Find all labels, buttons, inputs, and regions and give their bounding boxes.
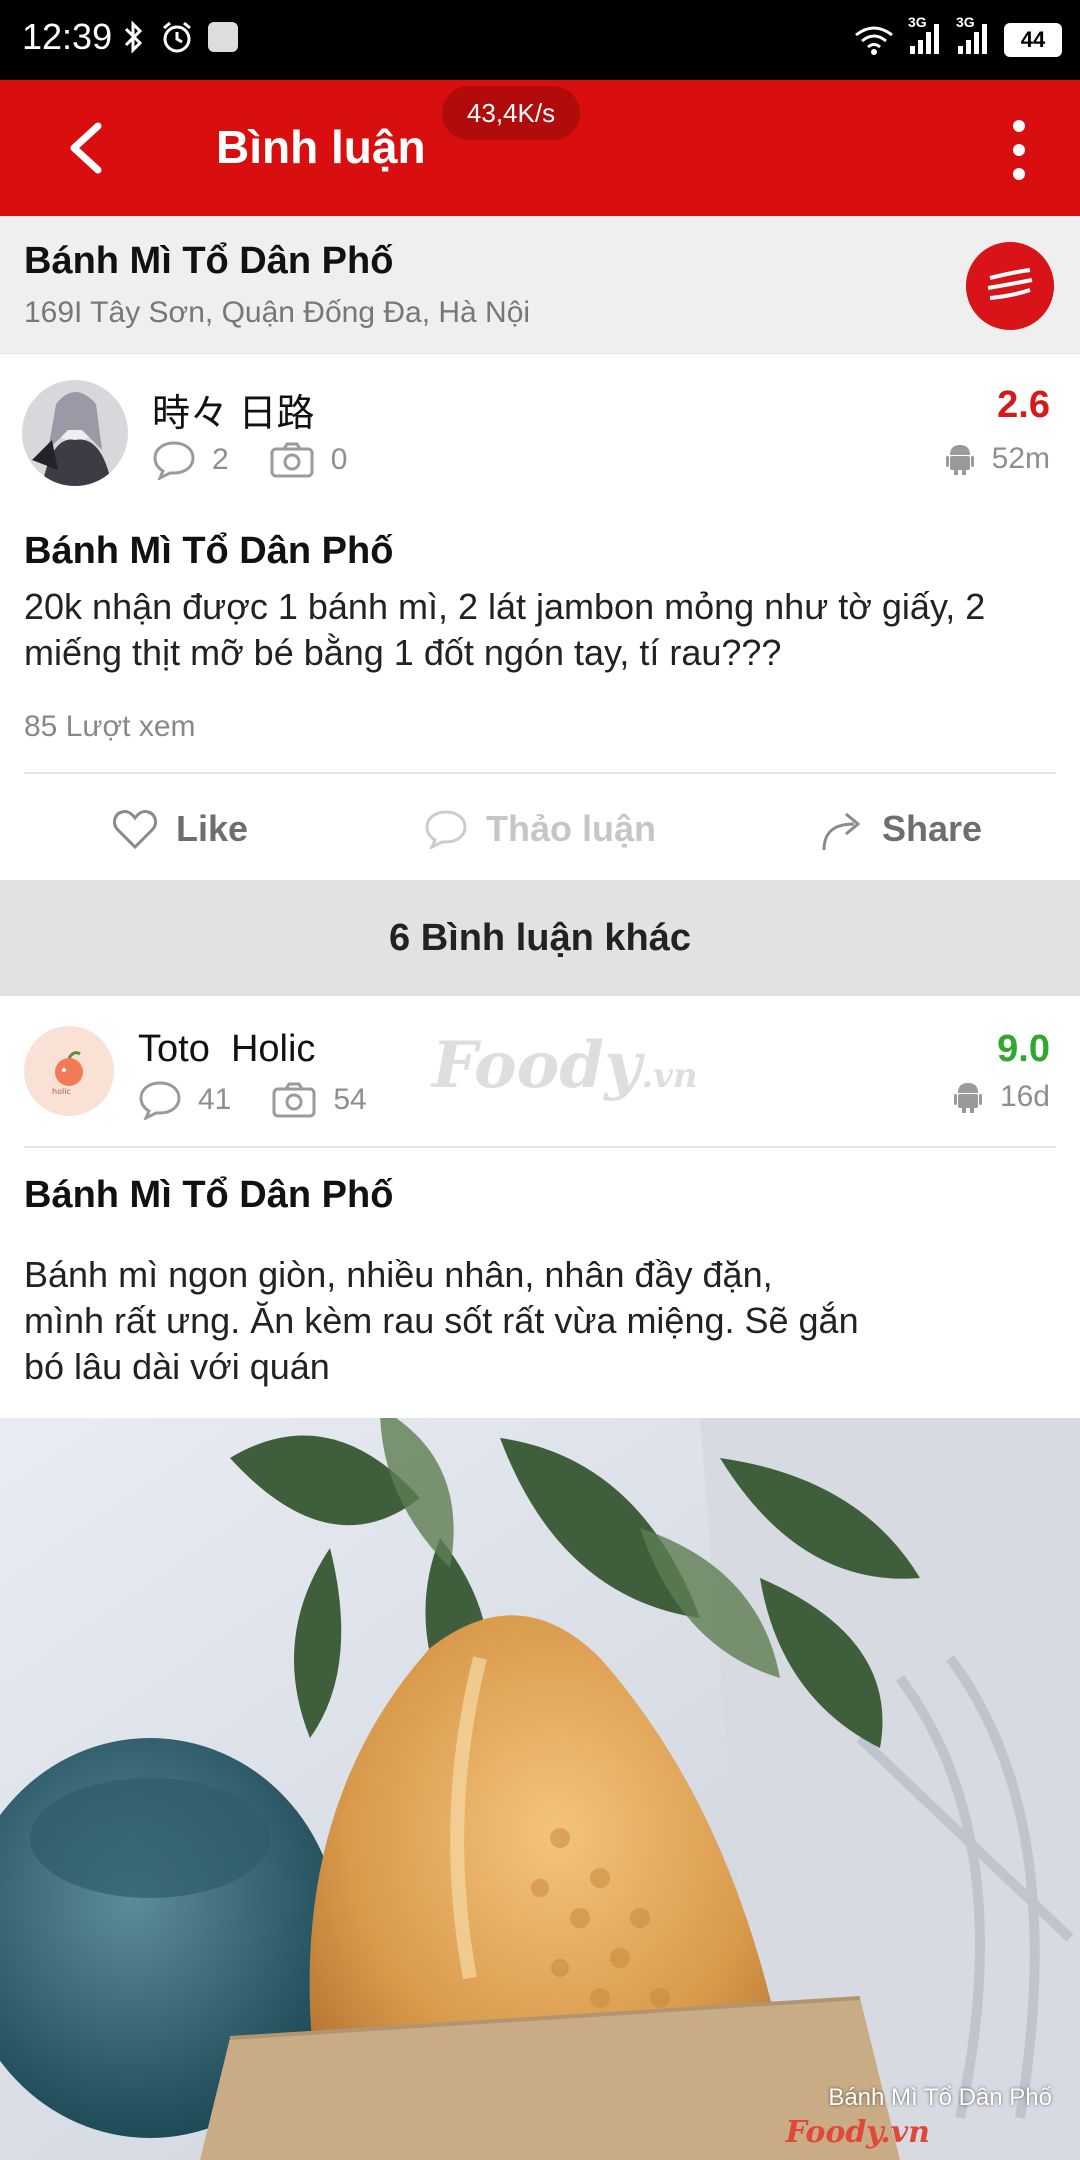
like-label: Like [176,808,249,849]
foody-watermark: Foody.vn [432,1028,698,1103]
dot-icon [1013,144,1025,156]
comment-count-value: 41 [198,1083,232,1116]
review-body-line: bó lâu dài với quán [24,1346,330,1387]
network-type-1: 3G [908,14,927,30]
avatar-image-icon [22,380,128,486]
comment-bubble-icon [139,1081,181,1120]
photo-count: 54 [271,1081,367,1119]
review-body-line: Bánh mì ngon giòn, nhiều nhân, nhân đầy … [24,1254,773,1295]
android-icon [945,445,974,475]
reviewer-name[interactable]: 時々 日路 [152,382,315,437]
android-icon [953,1083,982,1113]
review-title[interactable]: Bánh Mì Tổ Dân Phố [24,530,393,573]
bread-photo-image [0,1418,1080,2160]
comment-bubble-icon [153,441,195,480]
status-time: 12:39 [22,16,113,57]
review-body: 20k nhận được 1 bánh mì, 2 lát jambon mỏ… [24,586,986,673]
review-body-line: mình rất ưng. Ăn kèm rau sốt rất vừa miệ… [24,1300,859,1341]
comment-bubble-icon [425,810,467,849]
wifi-icon [855,26,893,55]
more-comments-button[interactable]: 6 Bình luận khác [0,880,1080,996]
divider [24,1146,1056,1148]
review-meta: 16d [953,1080,1050,1114]
review-score: 2.6 [997,384,1050,426]
bluetooth-icon [124,20,143,54]
status-left-icons [120,20,238,54]
review-body: Bánh mì ngon giòn, nhiều nhân, nhân đầy … [24,1252,1064,1390]
review-photo[interactable]: Bánh Mì Tổ Dân Phố Foody.vn [0,1418,1080,2160]
alarm-icon [163,21,191,53]
network-type-2: 3G [956,14,975,30]
restaurant-logo[interactable] [966,242,1054,330]
comment-count: 2 [152,440,229,480]
camera-icon [270,442,314,478]
avatar[interactable] [22,380,128,486]
review-actions: Like Thảo luận Share [0,774,1080,884]
watermark-suffix: .vn [641,1056,698,1096]
status-right-icons: 3G 3G 44 [854,14,1062,61]
avatar-image-icon: holic [24,1026,114,1116]
comment-count-value: 2 [212,443,229,476]
like-button[interactable]: Like [112,774,248,884]
photo-count: 0 [269,441,348,479]
reviewer-stats: 2 0 [152,440,387,480]
discuss-label: Thảo luận [486,808,656,849]
avatar[interactable]: holic [24,1026,114,1116]
status-bar: 12:39 3G 3G 44 [0,0,1080,80]
dot-icon [1013,168,1025,180]
photo-brand-logo: Foody.vn [785,2115,930,2150]
share-button[interactable]: Share [820,774,982,884]
photo-count-value: 0 [330,443,348,476]
notification-square-icon [208,22,238,52]
restaurant-logo-icon [966,242,1054,330]
review-score: 9.0 [997,1028,1050,1070]
photo-caption: Bánh Mì Tổ Dân Phố [828,2084,1052,2111]
comment-count: 41 [138,1080,231,1120]
review-time: 16d [999,1080,1050,1113]
share-arrow-icon [822,812,861,851]
back-arrow-icon [70,122,102,174]
restaurant-header[interactable]: Bánh Mì Tổ Dân Phố 169I Tây Sơn, Quận Đố… [0,216,1080,354]
page-title: Bình luận [216,121,426,173]
back-button[interactable] [58,118,118,178]
svg-text:holic: holic [52,1087,71,1096]
camera-icon [272,1082,316,1118]
review-meta: 52m [945,442,1050,476]
heart-icon [113,810,157,850]
photo-count-value: 54 [333,1083,367,1116]
dot-icon [1013,120,1025,132]
share-label: Share [882,808,983,849]
reviewer-name[interactable]: Toto Holic [138,1028,315,1071]
restaurant-address: 169I Tây Sơn, Quận Đống Đa, Hà Nội [24,296,531,329]
review-title[interactable]: Bánh Mì Tổ Dân Phố [24,1174,393,1217]
network-speed-badge: 43,4K/s [442,86,580,140]
review-time: 52m [991,442,1050,475]
discuss-button[interactable]: Thảo luận [424,774,656,884]
reviewer-stats: 41 54 [138,1080,407,1120]
overflow-menu-button[interactable] [1004,120,1034,180]
battery-icon: 44 [1004,22,1062,57]
main-review-card: 時々 日路 2 0 2.6 52m Bánh Mì Tổ Dân Phố 20k… [0,354,1080,880]
watermark-brand: Foody [432,1028,642,1103]
restaurant-name[interactable]: Bánh Mì Tổ Dân Phố [24,240,393,283]
view-count: 85 Lượt xem [24,710,196,743]
